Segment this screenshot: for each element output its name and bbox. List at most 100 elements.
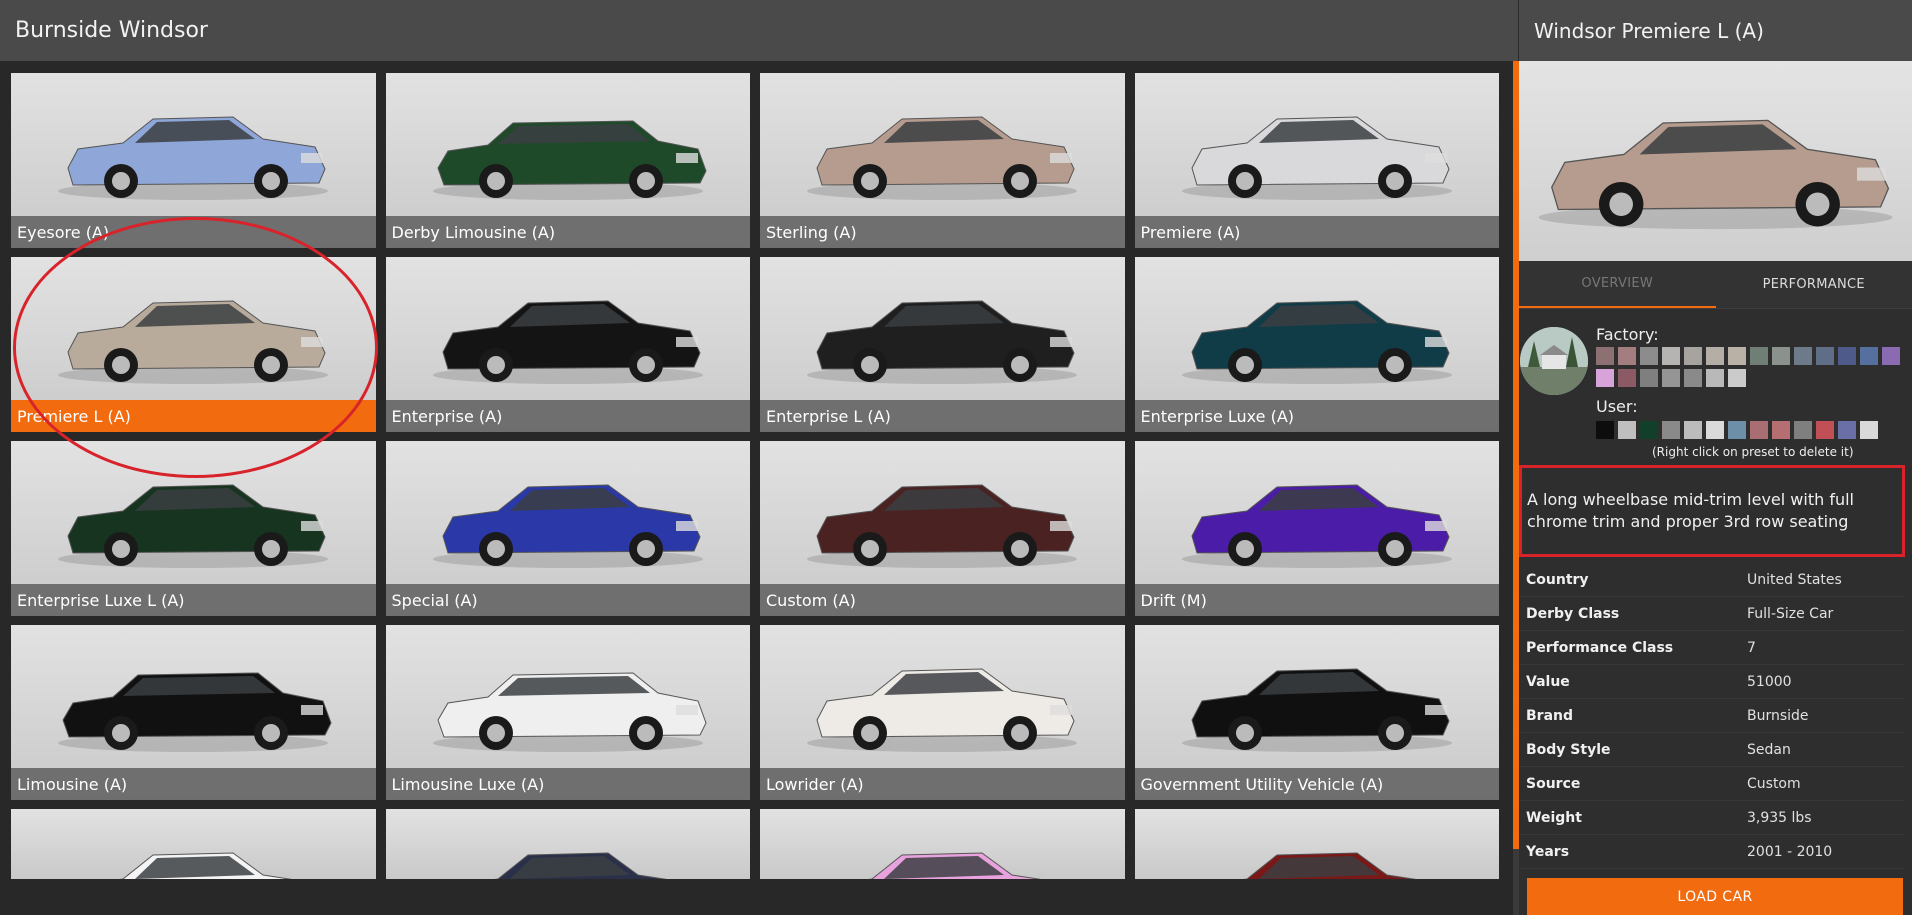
vehicle-tile[interactable]: Government Utility Vehicle (A) [1134, 625, 1499, 800]
user-swatch[interactable] [1750, 421, 1768, 439]
car-image [432, 120, 707, 200]
vehicle-tile-label: Enterprise L (A) [760, 400, 1125, 432]
info-key: Brand [1526, 707, 1574, 724]
vehicle-tile-label: Government Utility Vehicle (A) [1134, 768, 1499, 800]
user-swatch[interactable] [1684, 421, 1702, 439]
factory-swatch[interactable] [1596, 369, 1614, 387]
car-image [1242, 852, 1416, 879]
factory-swatch[interactable] [1662, 369, 1680, 387]
info-row: Weight 3,935 lbs [1519, 801, 1905, 835]
factory-swatch[interactable] [1794, 347, 1812, 365]
info-value: Sedan [1747, 741, 1791, 758]
vehicle-tile[interactable]: Enterprise (A) [385, 257, 750, 432]
info-row: Brand Burnside [1519, 699, 1905, 733]
info-value: 51000 [1747, 673, 1792, 690]
factory-swatch[interactable] [1728, 347, 1746, 365]
car-image [432, 484, 703, 568]
factory-swatch[interactable] [1772, 347, 1790, 365]
paint-presets: Factory: User: (Right click on preset to… [1519, 309, 1912, 467]
vehicle-tile-label: Enterprise Luxe (A) [1134, 400, 1499, 432]
user-swatch[interactable] [1772, 421, 1790, 439]
vehicle-tile[interactable] [1134, 809, 1499, 879]
vehicle-tile[interactable]: Premiere (A) [1134, 73, 1499, 248]
vehicle-tile[interactable]: Enterprise L (A) [760, 257, 1125, 432]
factory-swatch[interactable] [1684, 347, 1702, 365]
vehicle-tile[interactable] [11, 809, 376, 879]
tab-performance[interactable]: PERFORMANCE [1716, 261, 1912, 308]
car-image [119, 852, 293, 879]
factory-swatch[interactable] [1838, 347, 1856, 365]
user-swatch[interactable] [1640, 421, 1658, 439]
factory-swatch[interactable] [1728, 369, 1746, 387]
vehicle-tile[interactable]: Lowrider (A) [760, 625, 1125, 800]
vehicle-tile[interactable]: Sterling (A) [760, 73, 1125, 248]
factory-swatch[interactable] [1640, 347, 1658, 365]
vehicle-tile[interactable] [385, 809, 750, 879]
user-swatch[interactable] [1618, 421, 1636, 439]
vehicle-tile-label: Drift (M) [1134, 584, 1499, 616]
vehicle-tile-label: Premiere (A) [1134, 216, 1499, 248]
vehicle-tile[interactable] [760, 809, 1125, 879]
vehicle-tile[interactable]: Custom (A) [760, 441, 1125, 616]
vehicle-tile[interactable]: Premiere L (A) [11, 257, 376, 432]
user-swatch[interactable] [1838, 421, 1856, 439]
vehicle-tile-label: Sterling (A) [760, 216, 1125, 248]
user-swatch[interactable] [1794, 421, 1812, 439]
user-swatch[interactable] [1728, 421, 1746, 439]
car-image [807, 668, 1077, 752]
info-value: Full-Size Car [1747, 605, 1834, 622]
factory-swatch[interactable] [1640, 369, 1658, 387]
factory-swatch[interactable] [1596, 347, 1614, 365]
car-image [58, 484, 328, 568]
vehicle-tile[interactable]: Drift (M) [1134, 441, 1499, 616]
vehicle-description: A long wheelbase mid-trim level with ful… [1527, 490, 1854, 531]
tab-overview[interactable]: OVERVIEW [1519, 261, 1716, 308]
vehicle-tile[interactable]: Derby Limousine (A) [385, 73, 750, 248]
factory-swatch[interactable] [1684, 369, 1702, 387]
detail-title: Windsor Premiere L (A) [1519, 0, 1912, 61]
vehicle-grid: Eyesore (A) Derby Limousine (A) Sterling (… [11, 73, 1511, 879]
vehicle-tile[interactable]: Eyesore (A) [11, 73, 376, 248]
info-value: 3,935 lbs [1747, 809, 1812, 826]
load-car-button[interactable]: LOAD CAR [1527, 878, 1903, 915]
user-swatch[interactable] [1860, 421, 1878, 439]
factory-swatch[interactable] [1706, 369, 1724, 387]
factory-swatch[interactable] [1706, 347, 1724, 365]
info-value: Burnside [1747, 707, 1809, 724]
vehicle-tile[interactable]: Limousine Luxe (A) [385, 625, 750, 800]
car-image [1181, 484, 1452, 568]
user-swatch[interactable] [1596, 421, 1614, 439]
factory-swatch[interactable] [1618, 369, 1636, 387]
vehicle-tile[interactable]: Limousine (A) [11, 625, 376, 800]
user-swatch[interactable] [1706, 421, 1724, 439]
user-label: User: [1596, 397, 1638, 416]
info-row: Performance Class 7 [1519, 631, 1905, 665]
car-image [58, 116, 328, 200]
brand-avatar [1520, 327, 1588, 395]
factory-swatch[interactable] [1882, 347, 1900, 365]
factory-swatch[interactable] [1860, 347, 1878, 365]
user-swatch[interactable] [1816, 421, 1834, 439]
vehicle-tile[interactable]: Enterprise Luxe (A) [1134, 257, 1499, 432]
factory-swatch[interactable] [1750, 347, 1768, 365]
vehicle-tile-label: Eyesore (A) [11, 216, 376, 248]
info-key: Years [1526, 843, 1570, 860]
car-image [58, 672, 332, 752]
info-key: Source [1526, 775, 1581, 792]
vehicle-tile-label: Custom (A) [760, 584, 1125, 616]
car-image [868, 852, 1042, 879]
browser-title: Burnside Windsor [0, 0, 1518, 61]
vehicle-tile[interactable]: Special (A) [385, 441, 750, 616]
car-image [1181, 300, 1452, 384]
factory-swatch[interactable] [1618, 347, 1636, 365]
vehicle-selector: Burnside Windsor Eyesore (A) Derby Limous… [0, 0, 1912, 915]
user-swatch[interactable] [1662, 421, 1680, 439]
factory-swatches [1596, 347, 1912, 387]
factory-swatch[interactable] [1662, 347, 1680, 365]
vehicle-tile[interactable]: Enterprise Luxe L (A) [11, 441, 376, 616]
car-image [493, 852, 667, 879]
factory-label: Factory: [1596, 325, 1659, 344]
factory-swatch[interactable] [1816, 347, 1834, 365]
vehicle-tile-label: Limousine (A) [11, 768, 376, 800]
info-value: Custom [1747, 775, 1801, 792]
